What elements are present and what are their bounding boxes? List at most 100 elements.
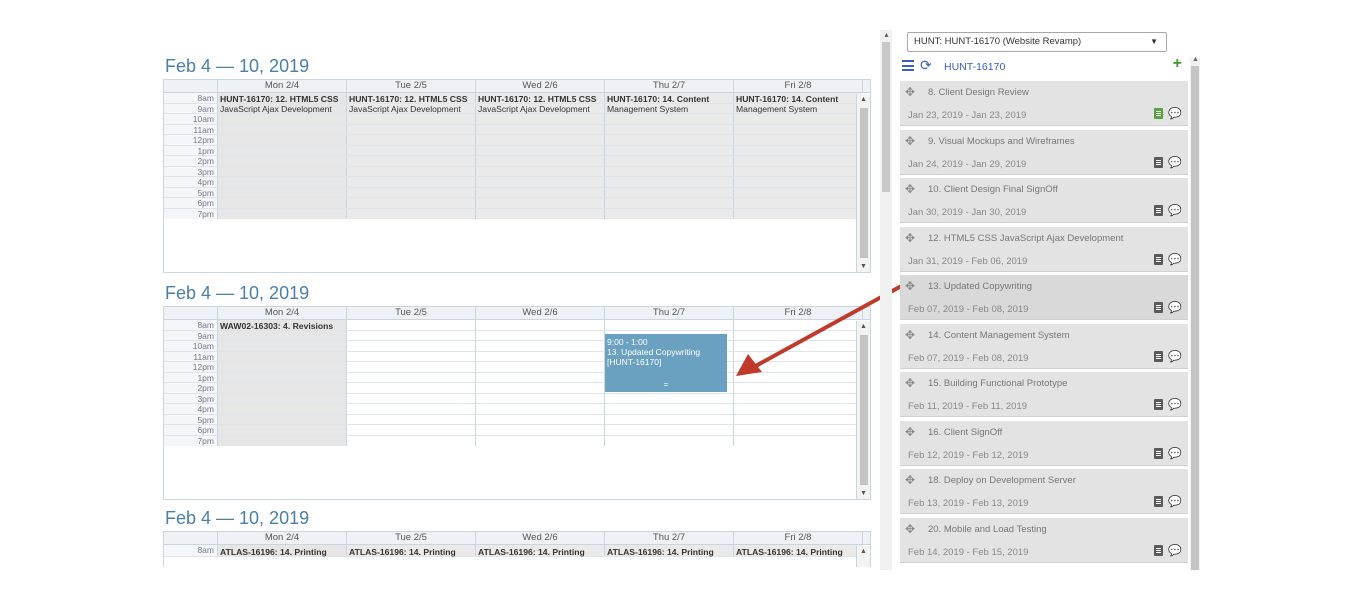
time-slot[interactable] xyxy=(346,114,475,124)
time-slot[interactable] xyxy=(475,414,604,424)
time-slot[interactable] xyxy=(346,156,475,166)
scroll-up-icon[interactable]: ▲ xyxy=(1192,56,1199,63)
time-slot[interactable] xyxy=(733,383,862,393)
time-slot[interactable] xyxy=(346,198,475,208)
day-header[interactable]: Mon 2/4 xyxy=(217,307,346,319)
time-slot[interactable] xyxy=(346,177,475,187)
time-slot[interactable] xyxy=(217,156,346,166)
day-header[interactable]: Wed 2/6 xyxy=(475,80,604,92)
scroll-up-icon[interactable]: ▲ xyxy=(883,32,890,39)
page-scrollbar[interactable]: ▲ xyxy=(880,30,892,570)
time-slot[interactable] xyxy=(475,393,604,403)
time-slot[interactable] xyxy=(217,145,346,155)
calendar-event[interactable]: HUNT-16170: 14. Content Management System xyxy=(734,94,862,114)
document-icon[interactable] xyxy=(1154,205,1163,216)
move-icon[interactable]: ✥ xyxy=(905,425,915,439)
time-slot[interactable] xyxy=(733,166,862,176)
scroll-up-icon[interactable]: ▲ xyxy=(860,548,867,555)
document-icon[interactable] xyxy=(1154,544,1163,556)
comments-icon[interactable]: 💬 xyxy=(1168,204,1182,217)
calendar-event[interactable]: WAW02-16303: 4. Revisions xyxy=(218,321,346,331)
time-slot[interactable] xyxy=(346,435,475,446)
time-slot[interactable] xyxy=(475,124,604,134)
day-header[interactable]: Tue 2/5 xyxy=(346,80,475,92)
add-task-icon[interactable]: + xyxy=(1173,55,1182,73)
move-icon[interactable]: ✥ xyxy=(905,182,915,196)
time-slot[interactable] xyxy=(604,124,733,134)
time-slot[interactable] xyxy=(733,414,862,424)
scrollbar-thumb[interactable] xyxy=(1191,66,1199,570)
time-slot[interactable] xyxy=(217,114,346,124)
time-slot[interactable] xyxy=(346,393,475,403)
calendar-event[interactable]: HUNT-16170: 12. HTML5 CSS JavaScript Ajax… xyxy=(218,94,346,114)
time-slot[interactable] xyxy=(346,414,475,424)
time-slot[interactable] xyxy=(346,187,475,197)
comments-icon[interactable]: 💬 xyxy=(1168,447,1182,460)
document-icon[interactable] xyxy=(1154,253,1163,265)
time-slot[interactable] xyxy=(475,383,604,393)
day-header[interactable]: Wed 2/6 xyxy=(475,307,604,319)
move-icon[interactable]: ✥ xyxy=(905,231,915,245)
day-header[interactable]: Tue 2/5 xyxy=(346,307,475,319)
time-slot[interactable] xyxy=(475,330,604,340)
move-icon[interactable]: ✥ xyxy=(905,473,915,487)
time-slot[interactable] xyxy=(217,383,346,393)
document-icon[interactable] xyxy=(1154,302,1163,313)
time-slot[interactable] xyxy=(346,425,475,435)
time-slot[interactable] xyxy=(604,177,733,187)
time-slot[interactable] xyxy=(346,320,475,330)
move-icon[interactable]: ✥ xyxy=(905,134,915,148)
day-header[interactable]: Fri 2/8 xyxy=(733,532,862,544)
time-slot[interactable] xyxy=(475,320,604,330)
comments-icon[interactable]: 💬 xyxy=(1168,350,1182,363)
day-header[interactable]: Thu 2/7 xyxy=(604,532,733,544)
time-slot[interactable] xyxy=(475,435,604,446)
time-slot[interactable] xyxy=(733,124,862,134)
time-slot[interactable] xyxy=(346,372,475,382)
resize-handle[interactable]: = xyxy=(605,380,727,390)
time-slot[interactable] xyxy=(475,404,604,414)
time-slot[interactable] xyxy=(733,393,862,403)
time-slot[interactable] xyxy=(217,187,346,197)
task-item[interactable]: ✥ 13. Updated Copywriting Feb 07, 2019 -… xyxy=(900,275,1188,320)
time-slot[interactable] xyxy=(733,435,862,446)
list-icon[interactable] xyxy=(902,60,914,71)
time-slot[interactable] xyxy=(604,135,733,145)
time-slot[interactable] xyxy=(475,372,604,382)
task-list-scrollbar[interactable]: ▲ xyxy=(1190,56,1200,570)
time-slot[interactable] xyxy=(475,362,604,372)
time-slot[interactable] xyxy=(475,208,604,219)
time-slot[interactable] xyxy=(604,208,733,219)
time-slot[interactable] xyxy=(604,166,733,176)
move-icon[interactable]: ✥ xyxy=(905,376,915,390)
time-slot[interactable] xyxy=(733,187,862,197)
time-slot[interactable] xyxy=(733,177,862,187)
scroll-down-icon[interactable]: ▼ xyxy=(860,263,867,270)
document-icon[interactable] xyxy=(1154,399,1163,410)
time-slot[interactable] xyxy=(346,383,475,393)
comments-icon[interactable]: 💬 xyxy=(1168,495,1182,508)
task-item[interactable]: ✥ 15. Building Functional Prototype Feb … xyxy=(900,372,1188,417)
calendar-event[interactable]: ATLAS-16196: 14. Printing xyxy=(734,547,862,557)
time-slot[interactable] xyxy=(346,166,475,176)
task-item[interactable]: ✥ 14. Content Management System Feb 07, … xyxy=(900,323,1188,369)
comments-icon[interactable]: 💬 xyxy=(1168,544,1182,557)
scroll-up-icon[interactable]: ▲ xyxy=(860,96,867,103)
time-slot[interactable] xyxy=(475,156,604,166)
scrollbar-thumb[interactable] xyxy=(860,108,868,258)
scrollbar-thumb[interactable] xyxy=(882,42,890,192)
move-icon[interactable]: ✥ xyxy=(905,522,915,536)
task-item[interactable]: ✥ 20. Mobile and Load Testing Feb 14, 20… xyxy=(900,517,1188,563)
time-slot[interactable] xyxy=(217,124,346,134)
time-slot[interactable] xyxy=(475,135,604,145)
time-slot[interactable] xyxy=(217,351,346,361)
time-slot[interactable] xyxy=(217,435,346,446)
calendar-event[interactable]: HUNT-16170: 12. HTML5 CSS JavaScript Ajax… xyxy=(347,94,475,114)
document-icon[interactable] xyxy=(1154,156,1163,168)
time-slot[interactable] xyxy=(346,135,475,145)
task-item[interactable]: ✥ 10. Client Design Final SignOff Jan 30… xyxy=(900,178,1188,223)
day-header[interactable]: Tue 2/5 xyxy=(346,532,475,544)
time-slot[interactable] xyxy=(604,435,733,446)
time-slot[interactable] xyxy=(217,135,346,145)
day-header[interactable]: Thu 2/7 xyxy=(604,80,733,92)
